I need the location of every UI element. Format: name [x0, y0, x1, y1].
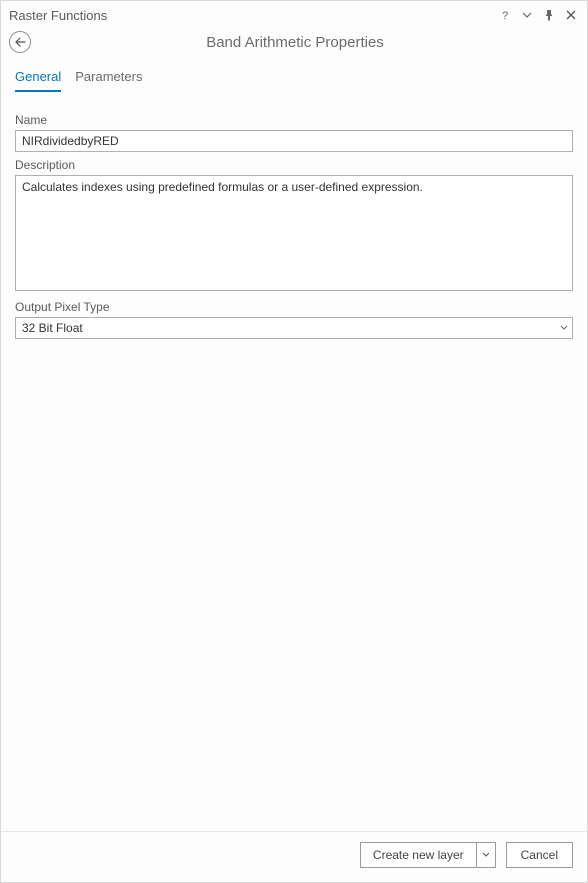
- tab-strip: General Parameters: [1, 57, 587, 93]
- description-textarea[interactable]: Calculates indexes using predefined form…: [15, 175, 573, 291]
- create-new-layer-dropdown[interactable]: [476, 842, 496, 868]
- footer: Create new layer Cancel: [1, 831, 587, 882]
- options-chevron-icon[interactable]: [519, 7, 535, 23]
- panel-title: Raster Functions: [9, 8, 107, 23]
- description-label: Description: [15, 158, 573, 172]
- cancel-button[interactable]: Cancel: [506, 842, 573, 868]
- name-input[interactable]: [15, 130, 573, 152]
- output-pixel-type-select[interactable]: 32 Bit Float: [15, 317, 573, 339]
- tab-content-general: Name Description Calculates indexes usin…: [1, 93, 587, 831]
- panel-header-controls: ?: [497, 7, 579, 23]
- back-button[interactable]: [9, 31, 31, 53]
- help-icon[interactable]: ?: [497, 7, 513, 23]
- panel-header: Raster Functions ?: [1, 1, 587, 27]
- output-pixel-type-value: 32 Bit Float: [22, 321, 83, 335]
- name-label: Name: [15, 113, 573, 127]
- create-new-layer-button[interactable]: Create new layer: [360, 842, 476, 868]
- page-title: Band Arithmetic Properties: [39, 34, 579, 51]
- close-icon[interactable]: [563, 7, 579, 23]
- create-new-layer-split-button: Create new layer: [360, 842, 496, 868]
- output-pixel-type-label: Output Pixel Type: [15, 300, 573, 314]
- svg-text:?: ?: [502, 10, 508, 21]
- pin-icon[interactable]: [541, 7, 557, 23]
- subheader: Band Arithmetic Properties: [1, 27, 587, 57]
- tab-general[interactable]: General: [15, 69, 61, 92]
- raster-functions-panel: Raster Functions ? Band Arithmetic Prope…: [0, 0, 588, 883]
- tab-parameters[interactable]: Parameters: [75, 69, 142, 92]
